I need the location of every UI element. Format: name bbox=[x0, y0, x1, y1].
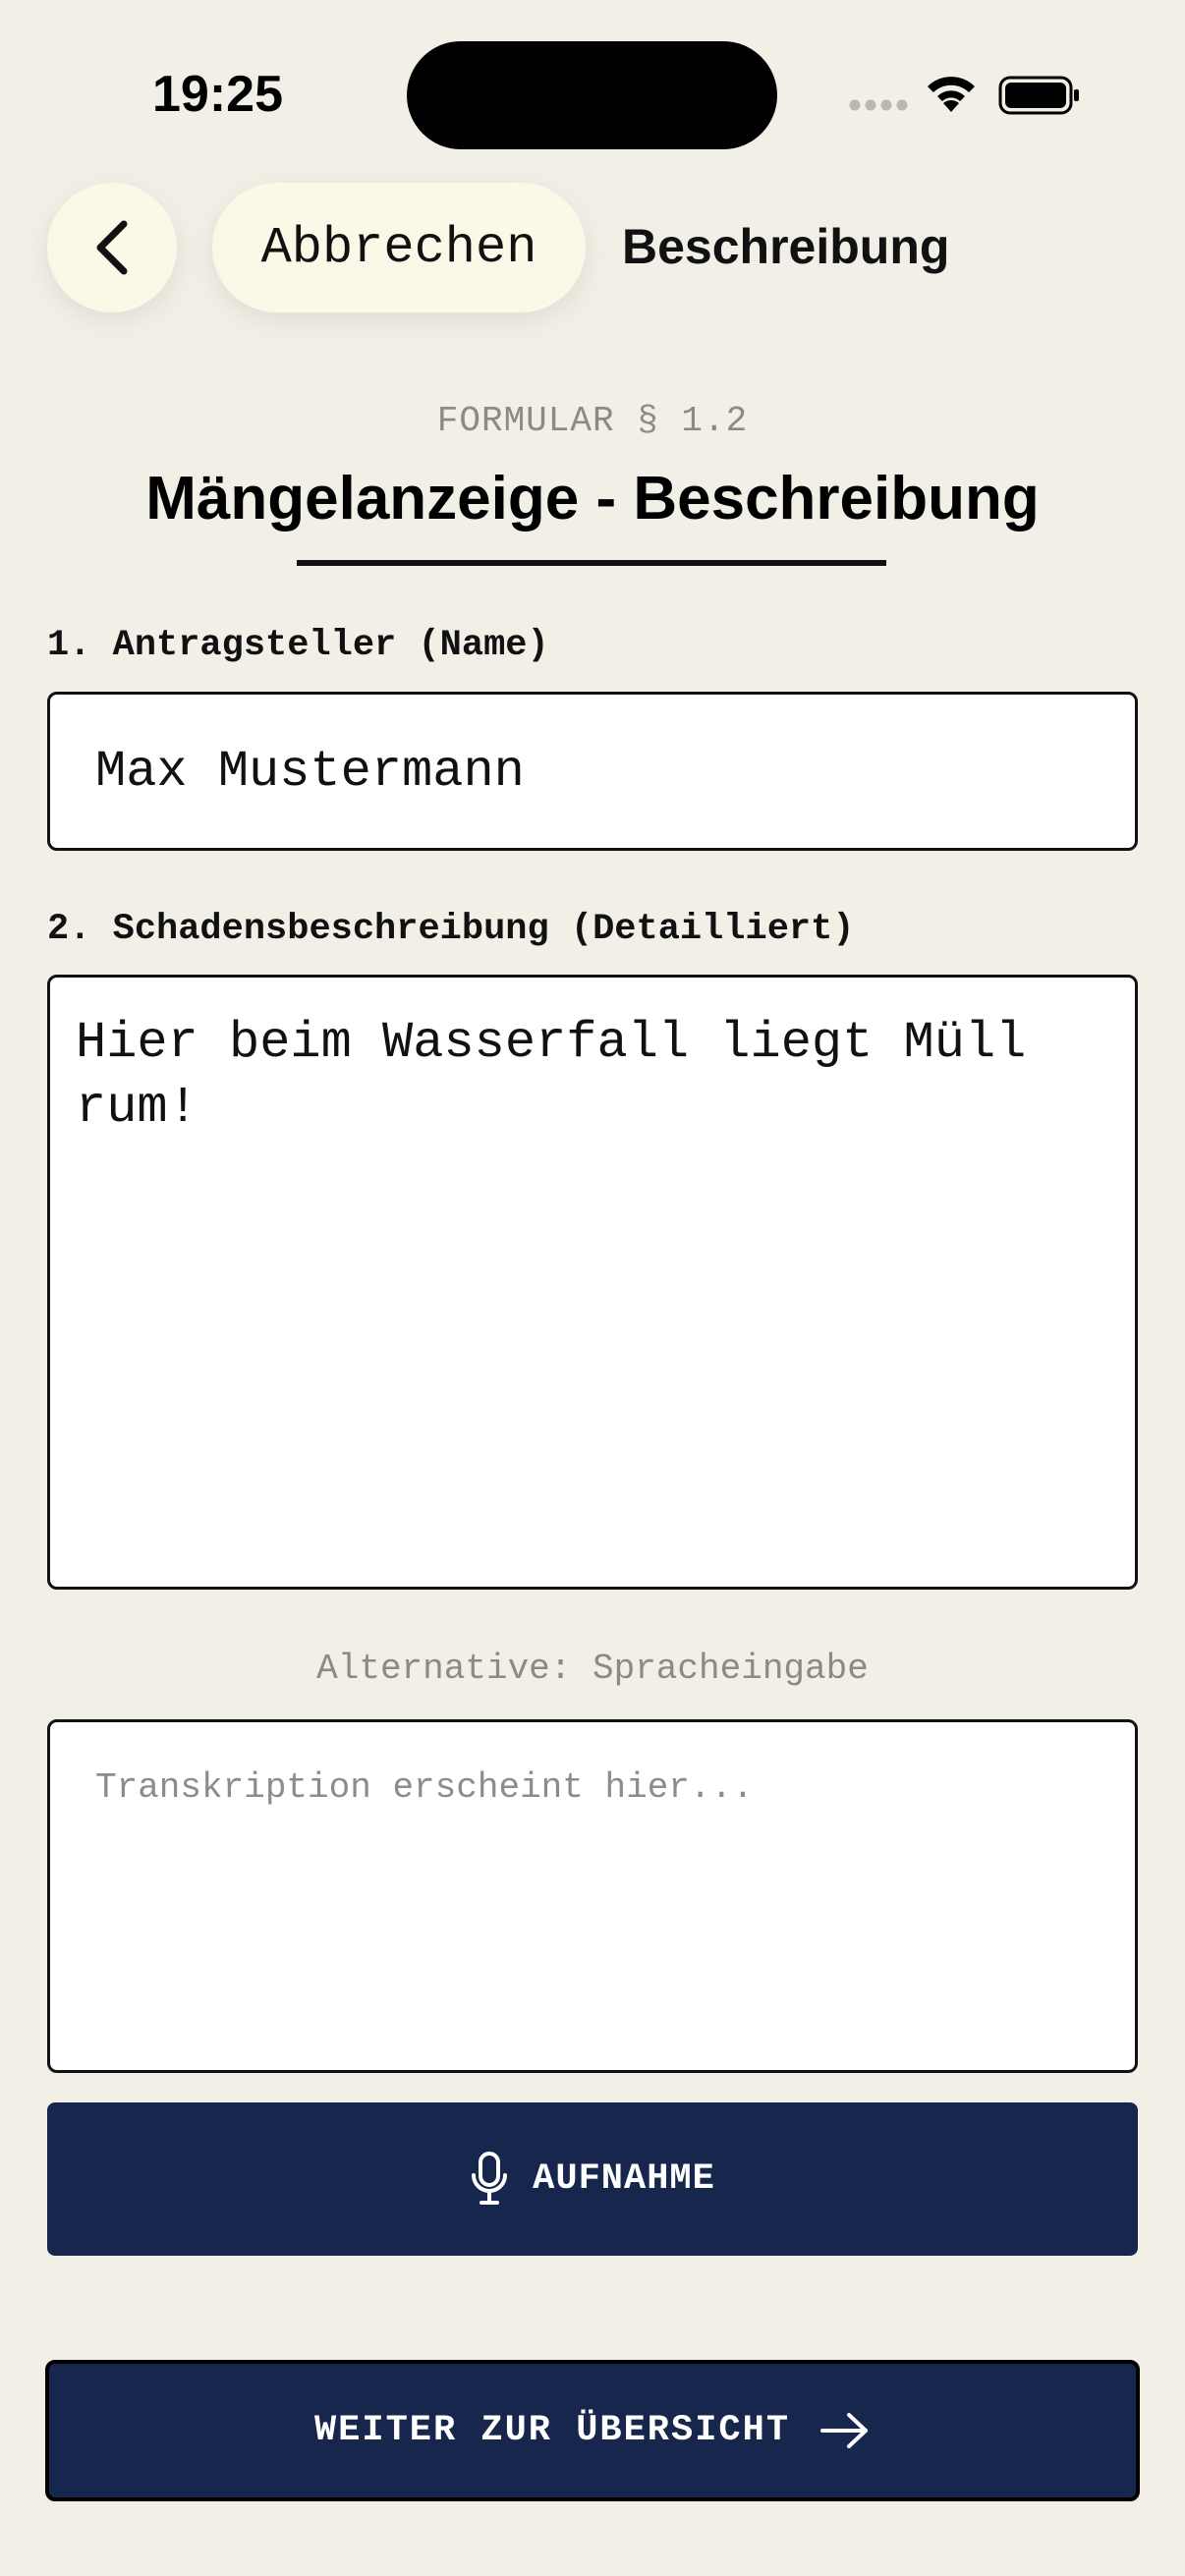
dynamic-island bbox=[407, 41, 777, 149]
applicant-label: 1. Antragsteller (Name) bbox=[47, 625, 549, 666]
microphone-icon bbox=[472, 2152, 508, 2205]
continue-to-overview-button[interactable]: WEITER ZUR ÜBERSICHT bbox=[45, 2360, 1140, 2501]
transcription-textarea[interactable]: Transkription erscheint hier... bbox=[47, 1719, 1138, 2073]
screen: 19:25 Abbrechen Beschreibung FORMULAR § … bbox=[0, 0, 1185, 2576]
status-time: 19:25 bbox=[152, 66, 283, 123]
nav-title: Beschreibung bbox=[622, 219, 950, 274]
record-button-label: AUFNAHME bbox=[533, 2158, 715, 2200]
cellular-signal-icon bbox=[849, 99, 908, 111]
wifi-icon bbox=[928, 77, 975, 112]
voice-input-label: Alternative: Spracheingabe bbox=[316, 1649, 869, 1689]
damage-description-textarea[interactable]: Hier beim Wasserfall liegt Müll rum! bbox=[47, 975, 1138, 1590]
applicant-name-input[interactable]: Max Mustermann bbox=[47, 692, 1138, 851]
page-title: Mängelanzeige - Beschreibung bbox=[145, 465, 1040, 532]
title-underline bbox=[297, 560, 886, 566]
chevron-left-icon bbox=[96, 220, 128, 275]
back-button[interactable] bbox=[47, 183, 177, 312]
battery-icon bbox=[998, 76, 1079, 115]
arrow-right-icon bbox=[820, 2413, 869, 2448]
form-section-kicker: FORMULAR § 1.2 bbox=[436, 401, 749, 441]
continue-button-label: WEITER ZUR ÜBERSICHT bbox=[313, 2410, 791, 2451]
description-label: 2. Schadensbeschreibung (Detailliert) bbox=[47, 909, 855, 950]
cancel-button[interactable]: Abbrechen bbox=[212, 183, 586, 312]
record-button[interactable]: AUFNAHME bbox=[47, 2102, 1138, 2256]
